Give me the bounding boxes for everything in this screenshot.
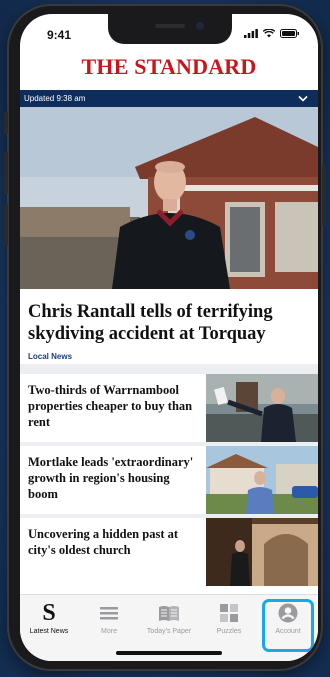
story-headline[interactable]: Uncovering a hidden past at city's oldes… xyxy=(28,526,200,558)
puzzle-grid-icon xyxy=(220,604,238,622)
volume-down-button xyxy=(4,204,8,246)
story-headline[interactable]: Two-thirds of Warrnambool properties che… xyxy=(28,382,200,430)
lead-story-photo[interactable] xyxy=(20,107,318,289)
app-screen: 9:41 THE STANDARD Updated 9:38 am Chris … xyxy=(20,14,318,661)
standard-s-logo-icon: S xyxy=(42,600,56,626)
story-thumbnail xyxy=(206,446,318,514)
status-time: 9:41 xyxy=(47,28,72,42)
home-indicator xyxy=(116,651,222,655)
church-interior-image xyxy=(206,518,318,586)
volume-up-button xyxy=(4,152,8,194)
story-thumbnail xyxy=(206,518,318,586)
updated-bar[interactable]: Updated 9:38 am xyxy=(20,90,318,107)
story-thumbnail xyxy=(206,374,318,442)
tab-puzzles[interactable]: Puzzles xyxy=(200,601,258,635)
man-in-front-of-house-image xyxy=(20,107,318,289)
tab-label: Today's Paper xyxy=(146,628,192,635)
story-card[interactable]: Two-thirds of Warrnambool properties che… xyxy=(20,370,318,442)
notch xyxy=(108,14,232,44)
signal-icon xyxy=(244,29,258,38)
lead-headline[interactable]: Chris Rantall tells of terrifying skydiv… xyxy=(28,301,303,345)
tab-label: Puzzles xyxy=(216,628,242,635)
battery-icon xyxy=(280,29,299,38)
chevron-down-icon[interactable] xyxy=(298,95,308,102)
account-tab-highlight xyxy=(262,599,314,652)
story-headline[interactable]: Mortlake leads 'extraordinary' growth in… xyxy=(28,454,200,502)
wifi-icon xyxy=(263,29,275,38)
tab-label: Latest News xyxy=(29,628,69,635)
tab-label: More xyxy=(101,628,117,635)
tab-more[interactable]: More xyxy=(80,601,138,635)
story-card[interactable]: Uncovering a hidden past at city's oldes… xyxy=(20,514,318,586)
tab-todays-paper[interactable]: Today's Paper xyxy=(140,601,198,635)
man-with-paper-image xyxy=(206,374,318,442)
mute-switch xyxy=(4,112,8,134)
tab-latest-news[interactable]: S Latest News xyxy=(20,601,78,635)
story-card[interactable]: Mortlake leads 'extraordinary' growth in… xyxy=(20,442,318,514)
power-button xyxy=(322,164,326,226)
woman-by-houses-image xyxy=(206,446,318,514)
updated-time: Updated 9:38 am xyxy=(24,94,86,103)
lead-category-tag[interactable]: Local News xyxy=(28,352,72,361)
hamburger-icon xyxy=(100,607,118,620)
masthead-logo[interactable]: THE STANDARD xyxy=(20,54,318,80)
newspaper-icon xyxy=(159,606,179,621)
